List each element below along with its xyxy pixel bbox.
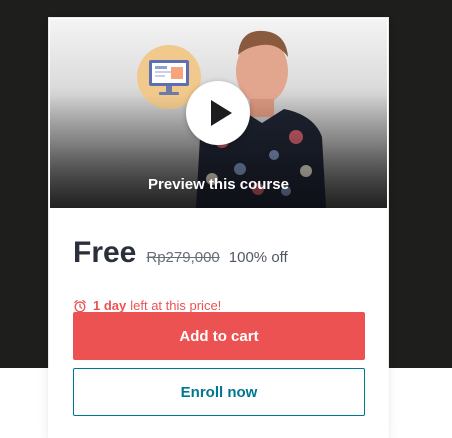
price-row: Free Rp279,000 100% off	[73, 236, 288, 270]
deadline-highlight: 1 day	[93, 298, 127, 313]
discount-percent: 100% off	[228, 249, 288, 266]
course-purchase-card: Preview this course Free Rp279,000 100% …	[49, 18, 388, 438]
current-price: Free	[73, 236, 137, 269]
alarm-clock-icon	[74, 299, 86, 312]
preview-course-label[interactable]: Preview this course	[50, 176, 387, 193]
play-button[interactable]	[186, 81, 250, 145]
enroll-now-button[interactable]: Enroll now	[73, 368, 365, 416]
play-icon	[211, 100, 232, 126]
course-preview-video[interactable]: Preview this course	[50, 19, 387, 208]
original-price: Rp279,000	[146, 249, 220, 266]
add-to-cart-button[interactable]: Add to cart	[73, 312, 365, 360]
price-deadline: 1 day left at this price!	[73, 298, 221, 313]
deadline-text: left at this price!	[130, 298, 222, 313]
